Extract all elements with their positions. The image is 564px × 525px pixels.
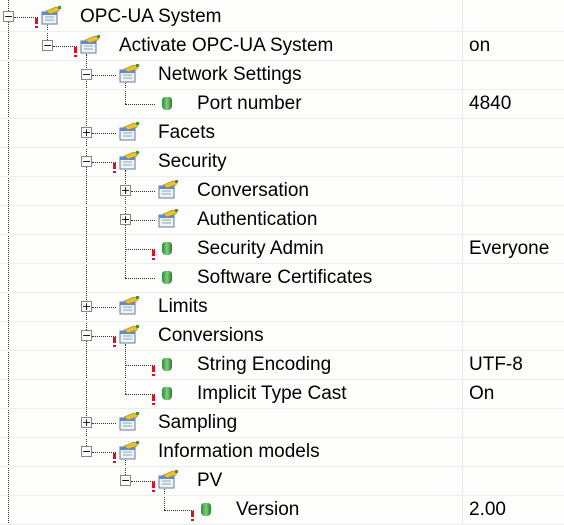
node-label: Conversation xyxy=(197,180,309,201)
tree-row[interactable]: + Sampling xyxy=(0,409,564,438)
tree-row[interactable]: − Security xyxy=(0,148,564,177)
node-label: Version xyxy=(236,499,300,520)
tree-row[interactable]: − PV xyxy=(0,467,564,496)
tree-row[interactable]: − Network Settings xyxy=(0,61,564,90)
settings-folder-icon xyxy=(119,325,139,344)
settings-folder-icon xyxy=(119,122,139,141)
node-value[interactable]: 4840 xyxy=(469,93,511,115)
settings-folder-icon xyxy=(158,180,178,199)
expand-icon[interactable]: + xyxy=(81,301,92,312)
node-label: Limits xyxy=(158,296,208,317)
settings-folder-icon xyxy=(158,470,178,489)
tree-connector xyxy=(125,249,155,250)
settings-folder-icon xyxy=(41,6,61,25)
settings-folder-icon xyxy=(119,296,139,315)
settings-folder-icon xyxy=(80,35,100,54)
node-label: Software Certificates xyxy=(197,267,373,288)
expand-icon[interactable]: + xyxy=(120,214,131,225)
expand-icon[interactable]: + xyxy=(81,417,92,428)
collapse-icon[interactable]: − xyxy=(120,475,131,486)
warning-flag-icon xyxy=(152,395,155,405)
tree-row[interactable]: − OPC-UA System xyxy=(0,3,564,32)
tree-connector xyxy=(92,307,116,308)
collapse-icon[interactable]: − xyxy=(81,69,92,80)
tree-connector xyxy=(131,191,155,192)
node-label: Authentication xyxy=(197,209,318,230)
tree-connector xyxy=(92,423,116,424)
warning-flag-icon xyxy=(113,163,116,173)
node-label: Facets xyxy=(158,122,216,143)
node-value[interactable]: 2.00 xyxy=(469,499,506,521)
tree-row[interactable]: Software Certificates xyxy=(0,264,564,293)
node-label: PV xyxy=(197,470,223,491)
tree-row[interactable]: + Facets xyxy=(0,119,564,148)
collapse-icon[interactable]: − xyxy=(81,330,92,341)
tree-connector xyxy=(125,394,155,395)
tree-connector xyxy=(164,510,194,511)
node-value[interactable]: on xyxy=(469,35,490,57)
warning-flag-icon xyxy=(35,18,38,28)
collapse-icon[interactable]: − xyxy=(81,156,92,167)
settings-folder-icon xyxy=(119,151,139,170)
warning-flag-icon xyxy=(152,366,155,376)
collapse-icon[interactable]: − xyxy=(3,11,14,22)
tree-row[interactable]: − Activate OPC-UA System on xyxy=(0,32,564,61)
collapse-icon[interactable]: − xyxy=(42,40,53,51)
tree-row[interactable]: − Conversions xyxy=(0,322,564,351)
tree-row[interactable]: Port number 4840 xyxy=(0,90,564,119)
tree-connector xyxy=(92,133,116,134)
node-label: Implicit Type Cast xyxy=(197,383,347,404)
node-value[interactable]: On xyxy=(469,383,494,405)
tree-row[interactable]: + Conversation xyxy=(0,177,564,206)
node-label: Activate OPC-UA System xyxy=(119,35,334,56)
settings-folder-icon xyxy=(119,441,139,460)
warning-flag-icon xyxy=(113,453,116,463)
parameter-icon xyxy=(201,503,211,516)
warning-flag-icon xyxy=(152,482,155,492)
tree-connector xyxy=(125,104,155,105)
tree-row[interactable]: Security Admin Everyone xyxy=(0,235,564,264)
parameter-icon xyxy=(162,271,172,284)
node-label: Information models xyxy=(158,441,320,462)
parameter-icon xyxy=(162,387,172,400)
tree-row[interactable]: − Information models xyxy=(0,438,564,467)
warning-flag-icon xyxy=(113,337,116,347)
tree-connector xyxy=(131,220,155,221)
tree-connector xyxy=(92,75,116,76)
expand-icon[interactable]: + xyxy=(120,185,131,196)
tree-row[interactable]: Version 2.00 xyxy=(0,496,564,525)
collapse-icon[interactable]: − xyxy=(81,446,92,457)
tree-row[interactable]: String Encoding UTF-8 xyxy=(0,351,564,380)
node-label: Sampling xyxy=(158,412,238,433)
warning-flag-icon xyxy=(152,250,155,260)
node-label: Conversions xyxy=(158,325,264,346)
tree-row[interactable]: + Limits xyxy=(0,293,564,322)
expand-icon[interactable]: + xyxy=(81,127,92,138)
node-label: Port number xyxy=(197,93,302,114)
node-label: Network Settings xyxy=(158,64,302,85)
settings-folder-icon xyxy=(119,412,139,431)
parameter-icon xyxy=(162,97,172,110)
tree-connector xyxy=(125,365,155,366)
tree-row[interactable]: + Authentication xyxy=(0,206,564,235)
tree-connector xyxy=(125,278,155,279)
tree-row[interactable]: Implicit Type Cast On xyxy=(0,380,564,409)
node-label: Security Admin xyxy=(197,238,324,259)
warning-flag-icon xyxy=(191,511,194,521)
node-label: Security xyxy=(158,151,227,172)
node-label: OPC-UA System xyxy=(80,6,222,27)
node-value[interactable]: Everyone xyxy=(469,238,549,260)
node-value[interactable]: UTF-8 xyxy=(469,354,523,376)
opcua-settings-tree: − OPC-UA System − Activate OPC-UA System on −… xyxy=(0,0,564,525)
node-label: String Encoding xyxy=(197,354,332,375)
warning-flag-icon xyxy=(74,47,77,57)
parameter-icon xyxy=(162,358,172,371)
settings-folder-icon xyxy=(158,209,178,228)
settings-folder-icon xyxy=(119,64,139,83)
parameter-icon xyxy=(162,242,172,255)
